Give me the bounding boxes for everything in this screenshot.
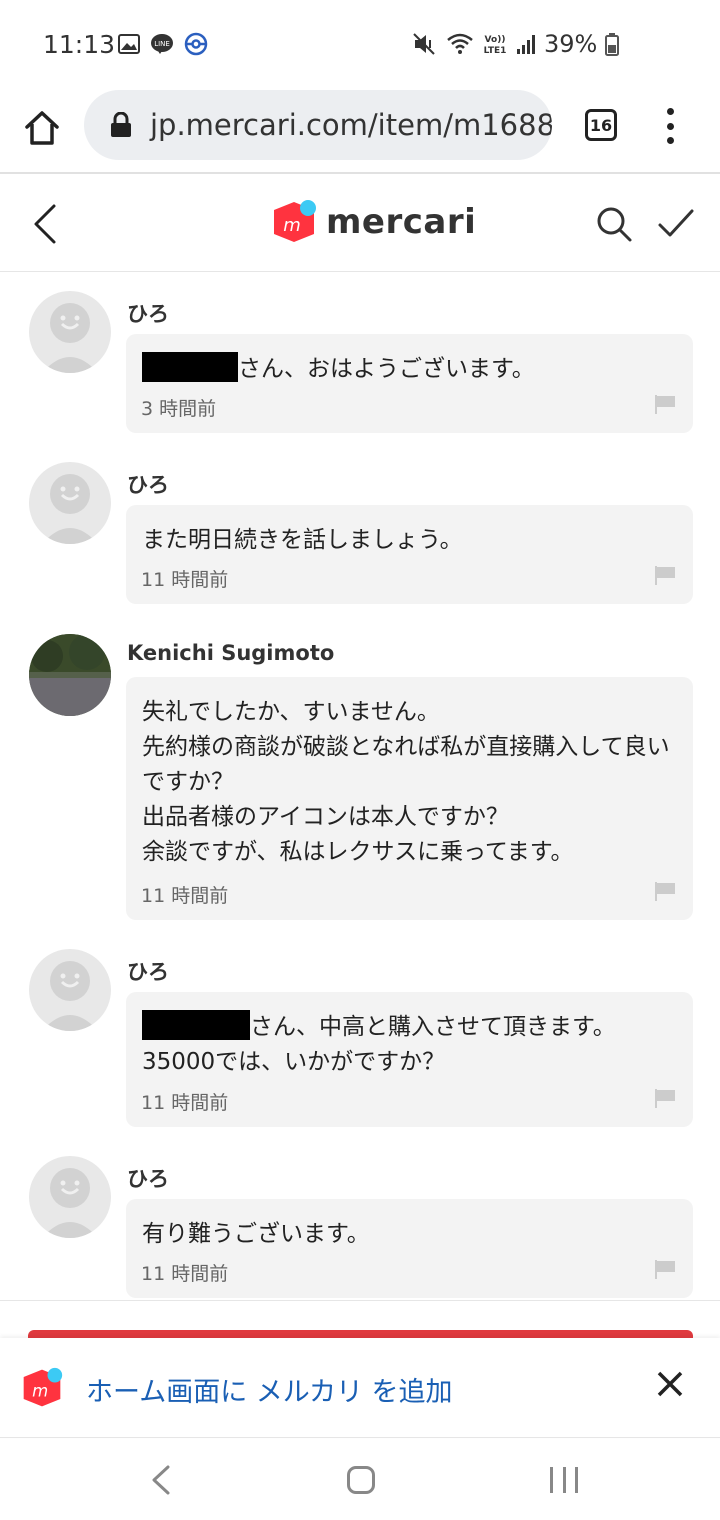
comment-text: さん、中高と購入させて頂きます。 35000では、いかがですか？: [142, 1010, 682, 1080]
url-text: jp.mercari.com/item/m1688: [150, 108, 552, 142]
comment-text: また明日続きを話しましょう。: [142, 527, 463, 553]
comment-text-body: さん、おはようございます。: [238, 356, 535, 382]
comment-author[interactable]: ひろ: [127, 956, 169, 986]
brand-name: mercari: [326, 202, 477, 242]
redacted-name: [142, 1010, 250, 1040]
svg-text:m: m: [32, 1381, 48, 1400]
system-icons: Vo)) LTE1 39%: [412, 30, 620, 58]
svg-text:LTE1: LTE1: [484, 46, 507, 56]
comment-bubble: 有り難うございます。 11 時間前: [126, 1199, 693, 1298]
svg-text:m: m: [283, 215, 301, 236]
battery-icon: [605, 33, 620, 56]
battery-percent: 39%: [544, 30, 598, 58]
comment-time: 11 時間前: [141, 885, 229, 907]
comment-author[interactable]: ひろ: [127, 469, 169, 499]
close-icon[interactable]: [656, 1370, 684, 1398]
avatar[interactable]: [29, 462, 111, 544]
avatar[interactable]: [29, 949, 111, 1031]
comment-author[interactable]: ひろ: [127, 298, 169, 328]
flag-icon[interactable]: [654, 881, 676, 901]
redacted-name: [142, 352, 238, 382]
default-avatar-icon: [29, 291, 111, 373]
comment-text: 有り難うございます。: [142, 1221, 370, 1247]
app-header: m mercari: [0, 176, 720, 272]
svg-text:LINE: LINE: [154, 40, 170, 48]
comment-bubble: さん、おはようございます。 3 時間前: [126, 334, 693, 433]
comment-time: 11 時間前: [141, 1263, 229, 1285]
flag-icon[interactable]: [654, 565, 676, 585]
status-bar: 11:13 LINE Vo)) LTE1 39%: [0, 0, 720, 88]
nav-recents-icon[interactable]: [550, 1467, 578, 1493]
back-arrow-icon[interactable]: [30, 202, 60, 246]
avatar[interactable]: [29, 291, 111, 373]
add-to-home-banner[interactable]: m ホーム画面に メルカリ を追加: [0, 1338, 720, 1438]
flag-icon[interactable]: [654, 1259, 676, 1279]
line-icon: LINE: [151, 34, 173, 54]
address-bar[interactable]: jp.mercari.com/item/m1688: [84, 90, 552, 160]
comment-time: 3 時間前: [141, 398, 217, 420]
comment-text: さん、おはようございます。: [142, 352, 682, 387]
mute-icon: [413, 33, 435, 55]
search-icon[interactable]: [594, 204, 634, 244]
comment-text: 失礼でしたか、すいません。 先約様の商談が破談となれば私が直接購入して良いですか…: [142, 699, 670, 865]
checkmark-icon[interactable]: [656, 204, 696, 244]
mercari-logo-icon: m: [274, 200, 316, 242]
nav-home-icon[interactable]: [347, 1466, 375, 1494]
browser-menu-icon[interactable]: [662, 108, 678, 144]
notification-icons: LINE: [118, 32, 208, 56]
comment-time: 11 時間前: [141, 1092, 229, 1114]
mercari-logo[interactable]: m mercari: [270, 198, 476, 246]
comment-author[interactable]: ひろ: [127, 1163, 169, 1193]
default-avatar-icon: [29, 1156, 111, 1238]
divider: [0, 1300, 720, 1301]
gallery-icon: [118, 34, 140, 54]
comment-author[interactable]: Kenichi Sugimoto: [127, 641, 334, 665]
flag-icon[interactable]: [654, 394, 676, 414]
user-photo-avatar: [29, 634, 111, 716]
signal-icon: [517, 35, 535, 54]
comment-bubble: さん、中高と購入させて頂きます。 35000では、いかがですか？ 11 時間前: [126, 992, 693, 1127]
volte-icon: Vo))LTE1: [484, 35, 507, 56]
comment-time: 11 時間前: [141, 569, 229, 591]
pokemon-icon: [184, 32, 208, 56]
add-to-home-link[interactable]: ホーム画面に メルカリ を追加: [86, 1370, 453, 1409]
default-avatar-icon: [29, 462, 111, 544]
lock-icon: [111, 112, 131, 137]
nav-back-icon[interactable]: [150, 1465, 172, 1495]
comment-bubble: また明日続きを話しましょう。 11 時間前: [126, 505, 693, 604]
browser-toolbar: jp.mercari.com/item/m1688 16: [0, 88, 720, 174]
default-avatar-icon: [29, 949, 111, 1031]
comment-bubble: 失礼でしたか、すいません。 先約様の商談が破談となれば私が直接購入して良いですか…: [126, 677, 693, 920]
svg-text:Vo)): Vo)): [485, 35, 506, 45]
tab-switcher-button[interactable]: 16: [585, 109, 617, 141]
flag-icon[interactable]: [654, 1088, 676, 1108]
avatar[interactable]: [29, 1156, 111, 1238]
home-icon[interactable]: [22, 108, 62, 148]
wifi-icon: [447, 33, 473, 54]
mercari-app-icon: m: [23, 1367, 63, 1407]
status-time: 11:13: [43, 30, 116, 59]
avatar[interactable]: [29, 634, 111, 716]
system-nav-bar: [0, 1440, 720, 1520]
